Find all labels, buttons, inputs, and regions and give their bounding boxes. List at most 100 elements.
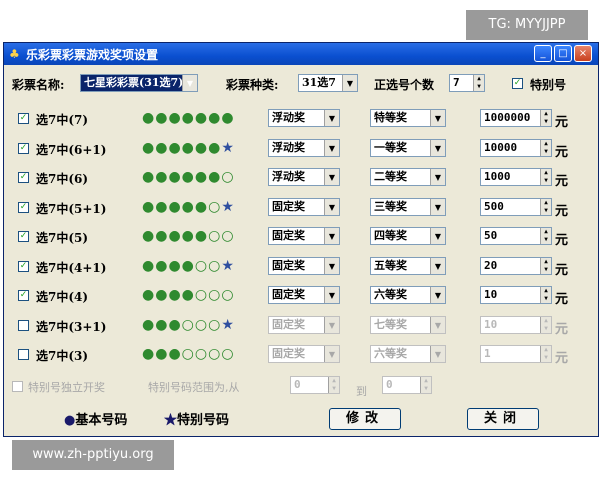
row-checkbox[interactable]: ✓ (18, 202, 29, 213)
row-label: 选7中(4) (36, 290, 89, 304)
prize-settings-window: ♣ 乐彩票彩票游戏奖项设置 _ □ × 彩票名称: 七星彩彩票(31选7) ▼ … (3, 42, 599, 437)
range-to-label: 到 (356, 385, 367, 398)
prize-level-select[interactable]: 二等奖 ▼ (370, 168, 446, 186)
prize-amount-stepper[interactable]: 500 ▲ ▼ (480, 198, 552, 216)
row-balls: ●●●○○○★ (142, 317, 235, 333)
range-to-stepper[interactable]: 0 ▲ ▼ (382, 376, 432, 394)
solid-ball-icon: ● (168, 346, 182, 362)
prize-type-select[interactable]: 固定奖 ▼ (268, 198, 340, 216)
legend-special: ★特别号码 (164, 409, 229, 428)
prize-level-value: 六等奖 (374, 347, 407, 360)
spin-arrows-icon: ▲ ▼ (420, 377, 431, 393)
prize-amount-stepper[interactable]: 1000 ▲ ▼ (480, 168, 552, 186)
range-to-value: 0 (386, 378, 393, 391)
prize-type-select[interactable]: 浮动奖 ▼ (268, 109, 340, 127)
prize-level-value: 二等奖 (374, 170, 407, 183)
prize-amount-stepper[interactable]: 1 ▲ ▼ (480, 345, 552, 363)
row-checkbox[interactable]: ✓ (18, 231, 29, 242)
prize-amount-stepper[interactable]: 1000000 ▲ ▼ (480, 109, 552, 127)
lottery-name-select[interactable]: 七星彩彩票(31选7) ▼ (80, 74, 198, 92)
solid-ball-icon: ● (194, 110, 209, 126)
minimize-button[interactable]: _ (534, 45, 552, 62)
hollow-ball-icon: ○ (208, 258, 222, 274)
prize-type-select[interactable]: 固定奖 ▼ (268, 227, 340, 245)
solid-ball-icon: ● (142, 140, 156, 156)
chevron-down-icon: ▼ (324, 110, 339, 126)
row-balls: ●●●●●○★ (142, 199, 235, 215)
row-balls: ●●●●●●○ (142, 169, 235, 185)
prize-level-select[interactable]: 六等奖 ▼ (370, 345, 446, 363)
solid-ball-icon: ● (155, 258, 169, 274)
prize-level-select[interactable]: 四等奖 ▼ (370, 227, 446, 245)
prize-type-select[interactable]: 固定奖 ▼ (268, 286, 340, 304)
lottery-type-select[interactable]: 31选7 ▼ (298, 74, 358, 92)
maximize-button[interactable]: □ (554, 45, 572, 62)
prize-level-value: 一等奖 (374, 141, 407, 154)
separate-draw-checkbox[interactable] (12, 381, 23, 392)
prize-amount-stepper[interactable]: 20 ▲ ▼ (480, 257, 552, 275)
chevron-down-icon: ▼ (324, 258, 339, 274)
prize-type-select[interactable]: 固定奖 ▼ (268, 316, 340, 334)
prize-level-select[interactable]: 特等奖 ▼ (370, 109, 446, 127)
spin-arrows-icon: ▲ ▼ (540, 287, 551, 303)
row-checkbox[interactable]: ✓ (18, 290, 29, 301)
prize-level-select[interactable]: 三等奖 ▼ (370, 198, 446, 216)
range-label: 特别号码范围为,从 (148, 381, 240, 394)
hollow-ball-icon: ○ (181, 346, 195, 362)
close-button[interactable]: 关闭 (467, 408, 539, 430)
prize-amount-stepper[interactable]: 50 ▲ ▼ (480, 227, 552, 245)
row-checkbox[interactable]: ✓ (18, 261, 29, 272)
prize-amount-value: 1000 (484, 170, 511, 183)
unit-label: 元 (555, 351, 569, 366)
row-label: 选7中(3+1) (36, 320, 107, 334)
hollow-ball-icon: ○ (194, 258, 209, 274)
prize-amount-value: 10000 (484, 141, 518, 154)
solid-ball-icon: ● (168, 228, 182, 244)
prize-type-select[interactable]: 浮动奖 ▼ (268, 139, 340, 157)
prize-amount-value: 50 (484, 229, 498, 242)
separate-draw-label: 特别号独立开奖 (28, 381, 105, 394)
prize-level-select[interactable]: 一等奖 ▼ (370, 139, 446, 157)
prize-type-value: 浮动奖 (272, 170, 305, 183)
prize-type-select[interactable]: 固定奖 ▼ (268, 345, 340, 363)
special-number-checkbox[interactable]: ✓ (512, 78, 523, 89)
row-checkbox[interactable]: ✓ (18, 143, 29, 154)
solid-ball-icon: ● (181, 258, 195, 274)
legend-basic-label: 基本号码 (75, 413, 128, 428)
row-checkbox[interactable] (18, 349, 29, 360)
number-count-stepper[interactable]: 7 ▲ ▼ (449, 74, 485, 92)
hollow-ball-icon: ○ (194, 346, 209, 362)
prize-amount-stepper[interactable]: 10 ▲ ▼ (480, 286, 552, 304)
chevron-down-icon: ▼ (324, 317, 339, 333)
prize-type-value: 固定奖 (272, 229, 305, 242)
prize-amount-stepper[interactable]: 10000 ▲ ▼ (480, 139, 552, 157)
solid-ball-icon: ● (181, 140, 195, 156)
chevron-down-icon: ▼ (324, 169, 339, 185)
solid-ball-icon: ● (155, 110, 169, 126)
prize-level-select[interactable]: 五等奖 ▼ (370, 257, 446, 275)
solid-ball-icon: ● (142, 258, 156, 274)
legend-basic: ●基本号码 (64, 409, 127, 428)
unit-label: 元 (555, 145, 569, 160)
prize-type-select[interactable]: 固定奖 ▼ (268, 257, 340, 275)
prize-level-select[interactable]: 七等奖 ▼ (370, 316, 446, 334)
modify-button[interactable]: 修改 (329, 408, 401, 430)
range-from-stepper[interactable]: 0 ▲ ▼ (290, 376, 340, 394)
title-bar[interactable]: ♣ 乐彩票彩票游戏奖项设置 _ □ × (4, 43, 598, 65)
prize-amount-stepper[interactable]: 10 ▲ ▼ (480, 316, 552, 334)
solid-ball-icon: ● (181, 228, 195, 244)
lottery-name-label: 彩票名称: (12, 78, 65, 92)
spin-arrows-icon: ▲ ▼ (328, 377, 339, 393)
number-count-label: 正选号个数 (374, 78, 435, 92)
watermark-tg: TG: MYYJJPP (466, 10, 588, 40)
hollow-ball-icon: ○ (194, 287, 209, 303)
close-window-button[interactable]: × (574, 45, 592, 62)
row-checkbox[interactable]: ✓ (18, 113, 29, 124)
prize-type-select[interactable]: 浮动奖 ▼ (268, 168, 340, 186)
row-checkbox[interactable] (18, 320, 29, 331)
prize-level-select[interactable]: 六等奖 ▼ (370, 286, 446, 304)
chevron-down-icon: ▼ (324, 199, 339, 215)
hollow-ball-icon: ○ (194, 317, 209, 333)
row-checkbox[interactable]: ✓ (18, 172, 29, 183)
solid-ball-icon: ● (181, 287, 195, 303)
